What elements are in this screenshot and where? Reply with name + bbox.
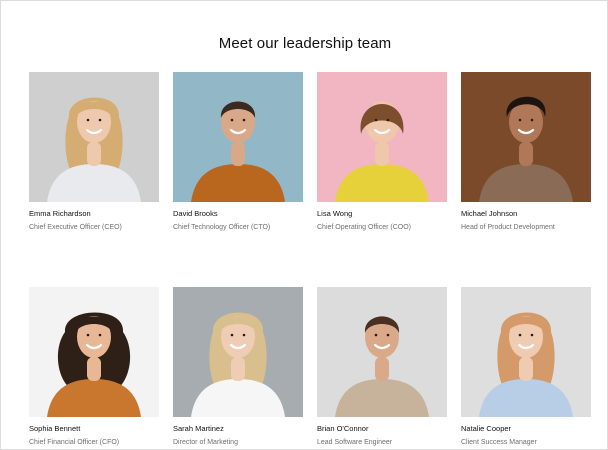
portrait-image <box>29 72 159 202</box>
team-photo <box>461 287 591 417</box>
team-card: Sarah Martinez Director of Marketing <box>173 287 303 447</box>
team-card: Lisa Wong Chief Operating Officer (COO) <box>317 72 447 232</box>
team-card: Sophia Bennett Chief Financial Officer (… <box>29 287 159 447</box>
team-photo <box>173 287 303 417</box>
team-photo <box>317 72 447 202</box>
team-role: Chief Financial Officer (CFO) <box>29 439 120 446</box>
team-role: Director of Marketing <box>173 439 238 446</box>
team-card: Brian O'Connor Lead Software Engineer <box>317 287 447 447</box>
portrait-image <box>461 72 591 202</box>
team-photo <box>317 287 447 417</box>
team-name: Natalie Cooper <box>461 424 512 433</box>
portrait-image <box>173 287 303 417</box>
team-photo <box>29 72 159 202</box>
team-role: Chief Executive Officer (CEO) <box>29 224 122 231</box>
team-name: Sarah Martinez <box>173 424 224 433</box>
portrait-image <box>317 72 447 202</box>
team-grid: Emma Richardson Chief Executive Officer … <box>29 72 591 447</box>
team-card: Michael Johnson Head of Product Developm… <box>461 72 591 232</box>
team-card: Natalie Cooper Client Success Manager <box>461 287 591 447</box>
portrait-image <box>29 287 159 417</box>
team-name: David Brooks <box>173 209 218 218</box>
team-role: Chief Technology Officer (CTO) <box>173 224 271 231</box>
team-name: Brian O'Connor <box>317 424 369 433</box>
team-role: Lead Software Engineer <box>317 439 393 446</box>
team-photo <box>29 287 159 417</box>
team-name: Michael Johnson <box>461 209 518 218</box>
team-photo <box>461 72 591 202</box>
team-name: Lisa Wong <box>317 209 353 218</box>
team-role: Client Success Manager <box>461 439 537 446</box>
team-photo <box>173 72 303 202</box>
page-title: Meet our leadership team <box>218 35 392 52</box>
team-role: Chief Operating Officer (COO) <box>317 224 412 231</box>
team-card: Emma Richardson Chief Executive Officer … <box>29 72 159 232</box>
team-role: Head of Product Development <box>461 224 555 231</box>
team-name: Emma Richardson <box>29 209 91 218</box>
page-frame: Meet our leadership team Emma Richardson… <box>0 0 608 450</box>
portrait-image <box>173 72 303 202</box>
portrait-image <box>461 287 591 417</box>
team-card: David Brooks Chief Technology Officer (C… <box>173 72 303 232</box>
portrait-image <box>317 287 447 417</box>
team-name: Sophia Bennett <box>29 424 81 433</box>
